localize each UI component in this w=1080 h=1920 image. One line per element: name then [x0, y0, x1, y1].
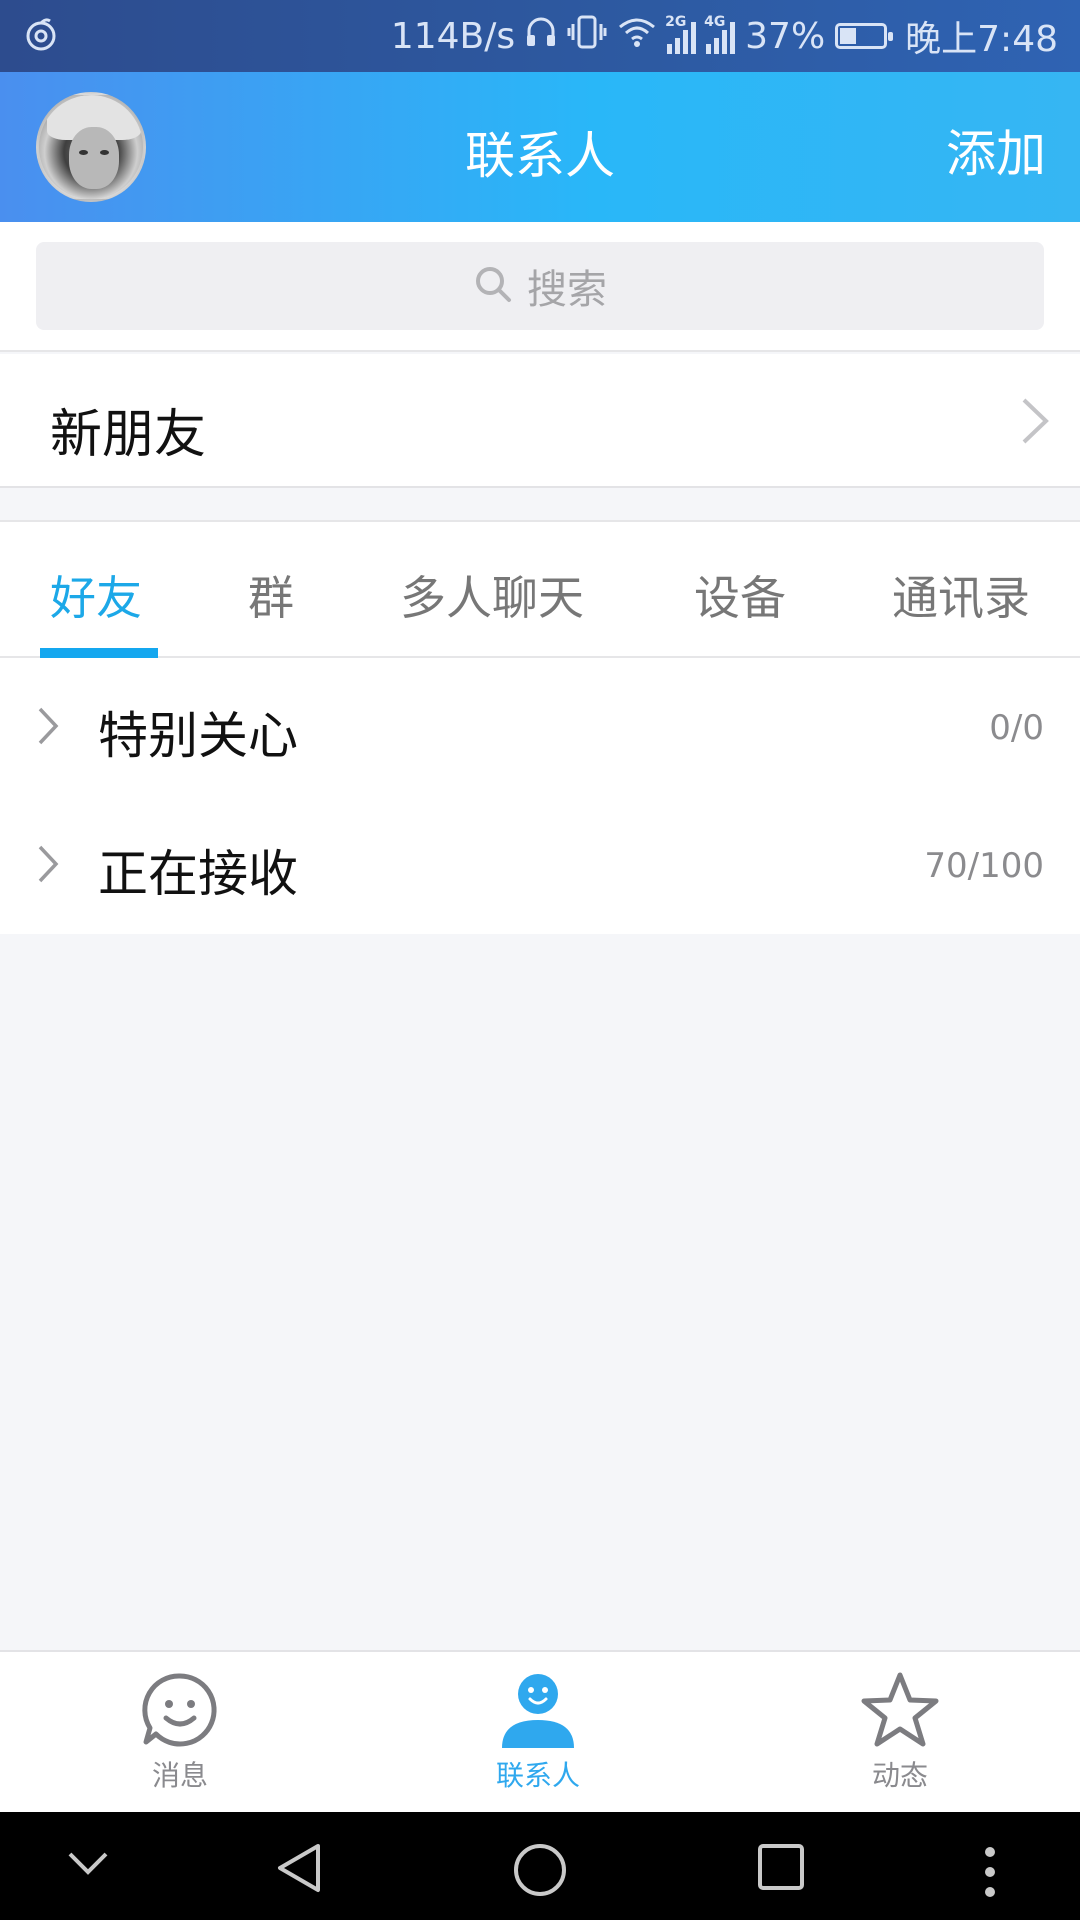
- clock: 晚上7:48: [905, 19, 1058, 60]
- nav-moments[interactable]: 动态: [820, 1670, 980, 1794]
- friend-group-list: 特别关心 0/0 正在接收 70/100: [0, 658, 1080, 934]
- active-tab-indicator: [40, 648, 158, 658]
- star-icon: [820, 1670, 980, 1750]
- smile-chat-icon: [100, 1670, 260, 1750]
- hide-keyboard-icon[interactable]: [66, 1848, 110, 1882]
- network-speed: 114B/s: [390, 15, 516, 57]
- list-item[interactable]: 正在接收 70/100: [0, 796, 1080, 932]
- group-count: 70/100: [924, 846, 1044, 886]
- battery-icon: [835, 23, 894, 49]
- more-options-icon[interactable]: [978, 1844, 1002, 1904]
- back-icon[interactable]: [274, 1842, 324, 1898]
- recents-icon[interactable]: [756, 1842, 806, 1896]
- signal-4g-label: 4G: [704, 14, 726, 30]
- person-icon: [458, 1670, 618, 1750]
- signal-2g-icon: 2G: [665, 14, 697, 54]
- new-friends-label: 新朋友: [50, 405, 207, 465]
- search-icon: [473, 264, 513, 308]
- tab-multi-chat[interactable]: 多人聊天: [400, 562, 584, 628]
- contact-tabs: 好友 群 多人聊天 设备 通讯录: [0, 520, 1080, 658]
- bottom-nav: 消息 联系人 动态: [0, 1650, 1080, 1812]
- battery-percent: 37%: [745, 15, 826, 57]
- chevron-right-icon: [36, 706, 60, 750]
- chevron-right-icon: [36, 844, 60, 888]
- nav-contacts-label: 联系人: [495, 1759, 580, 1792]
- search-input[interactable]: 搜索: [36, 242, 1044, 330]
- group-count: 0/0: [989, 708, 1044, 748]
- search-bar-container: 搜索: [0, 222, 1080, 352]
- chevron-right-icon: [1020, 396, 1050, 450]
- nav-messages-label: 消息: [151, 1759, 208, 1792]
- signal-4g-icon: 4G: [704, 14, 736, 54]
- group-name: 特别关心: [98, 707, 298, 765]
- signal-2g-label: 2G: [665, 14, 687, 30]
- tab-address-book[interactable]: 通讯录: [892, 562, 1030, 628]
- system-nav-bar: [0, 1812, 1080, 1920]
- tab-devices[interactable]: 设备: [694, 562, 786, 628]
- vibrate-icon: [567, 14, 607, 59]
- page-title: 联系人: [465, 127, 615, 185]
- list-item[interactable]: 特别关心 0/0: [0, 658, 1080, 794]
- nav-moments-label: 动态: [871, 1759, 928, 1792]
- tab-friends[interactable]: 好友: [50, 562, 142, 628]
- wifi-icon: [617, 15, 657, 58]
- headphones-icon: [525, 15, 557, 58]
- new-friends-row[interactable]: 新朋友: [0, 354, 1080, 488]
- nav-contacts[interactable]: 联系人: [458, 1670, 618, 1794]
- nav-messages[interactable]: 消息: [100, 1670, 260, 1794]
- app-header: 联系人 添加: [0, 72, 1080, 222]
- tab-groups[interactable]: 群: [248, 562, 294, 628]
- add-button[interactable]: 添加: [946, 114, 1046, 186]
- search-placeholder: 搜索: [527, 267, 607, 313]
- home-icon[interactable]: [512, 1842, 568, 1902]
- netease-music-icon: [24, 14, 58, 63]
- group-name: 正在接收: [98, 845, 298, 903]
- status-bar: 114B/s 2G 4G 37% 晚上7:48: [0, 0, 1080, 72]
